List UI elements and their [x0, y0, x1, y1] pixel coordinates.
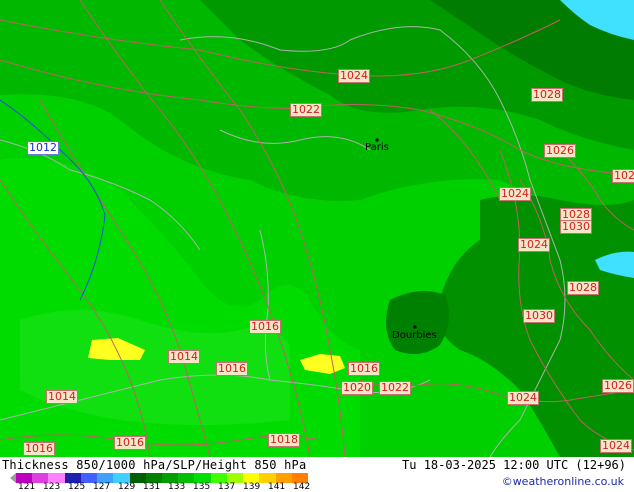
isobar-label: 1022 — [379, 381, 411, 395]
isobar-label: 1028 — [531, 88, 563, 102]
scale-tick-label: 129 — [118, 482, 135, 492]
valid-datetime: Tu 18-03-2025 12:00 UTC (12+96) — [402, 458, 626, 472]
scale-tick-label: 135 — [193, 482, 210, 492]
isobar-label: 1024 — [518, 238, 550, 252]
weather-map: 1024 1022 1012 1028 1026 1024 1024 1028 … — [0, 0, 634, 457]
scale-tick-label: 141 — [268, 482, 285, 492]
scale-tick-label: 131 — [143, 482, 160, 492]
color-scale: 121 123 125 127 129 131 133 135 137 139 141 142 — [10, 473, 310, 490]
isobar-label: 1026 — [544, 144, 576, 158]
scale-tick-label: 125 — [68, 482, 85, 492]
isobar-label: 1024 — [612, 169, 634, 183]
scale-tick-label: 127 — [93, 482, 110, 492]
isobar-label: 1018 — [268, 433, 300, 447]
isobar-label: 1024 — [338, 69, 370, 83]
isobar-label: 1016 — [216, 362, 248, 376]
city-label-dourbies: Dourbies — [392, 330, 437, 341]
dourbies-marker — [413, 325, 416, 328]
isobar-label: 1014 — [168, 350, 200, 364]
map-title: Thickness 850/1000 hPa/SLP/Height 850 hP… — [2, 458, 306, 472]
isobar-label: 1014 — [46, 390, 78, 404]
isobar-label: 1022 — [290, 103, 322, 117]
map-canvas — [0, 0, 634, 457]
scale-tick-label: 137 — [218, 482, 235, 492]
isobar-label: 1024 — [507, 391, 539, 405]
isobar-label: 1030 — [560, 220, 592, 234]
isobar-label: 1016 — [23, 442, 55, 456]
isobar-label: 1016 — [114, 436, 146, 450]
massif-central-dark — [386, 291, 449, 354]
city-label-paris: Paris — [365, 142, 389, 153]
isobar-label: 1028 — [567, 281, 599, 295]
scale-tick-label: 121 — [18, 482, 35, 492]
isobar-label: 1024 — [600, 439, 632, 453]
scale-tick-label: 123 — [43, 482, 60, 492]
isobar-label: 1016 — [249, 320, 281, 334]
map-footer: Thickness 850/1000 hPa/SLP/Height 850 hP… — [0, 457, 634, 490]
isobar-label: 1030 — [523, 309, 555, 323]
isobar-label: 1024 — [499, 187, 531, 201]
isobar-label: 1026 — [602, 379, 634, 393]
isobar-label: 1012 — [27, 141, 59, 155]
isobar-label: 1016 — [348, 362, 380, 376]
scale-tick-label: 142 — [293, 482, 310, 492]
isobar-label: 1020 — [341, 381, 373, 395]
scale-tick-label: 139 — [243, 482, 260, 492]
credit-link[interactable]: ©weatheronline.co.uk — [502, 475, 624, 488]
scale-tick-label: 133 — [168, 482, 185, 492]
